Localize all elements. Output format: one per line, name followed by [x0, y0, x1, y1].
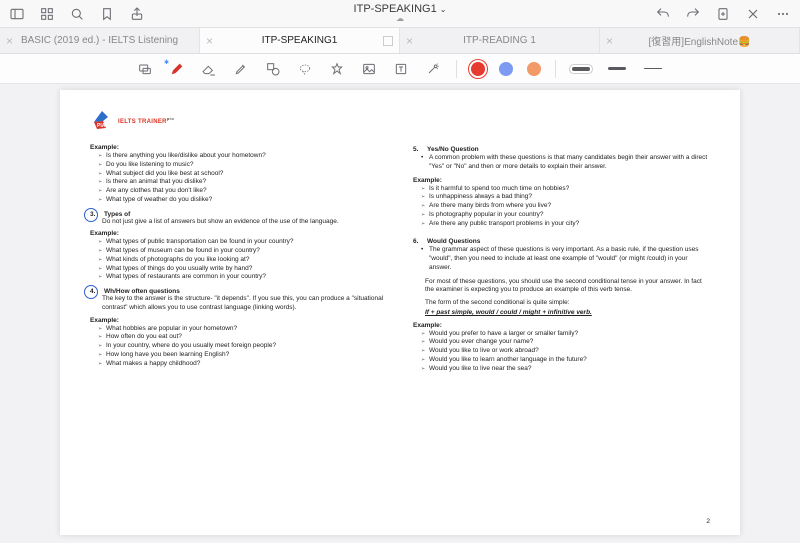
left-column: Example: Is there anything you like/disl…	[90, 140, 387, 379]
tab-close-icon[interactable]: ×	[206, 34, 213, 48]
example-heading: Example:	[90, 144, 387, 151]
sidebar-toggle-icon[interactable]	[8, 5, 26, 23]
color-red[interactable]	[471, 62, 485, 76]
grid-icon[interactable]	[38, 5, 56, 23]
tab-3[interactable]: ×[復習用]EnglishNote🍔	[600, 28, 800, 53]
tab-close-icon[interactable]: ×	[406, 34, 413, 48]
color-blue[interactable]	[499, 62, 513, 76]
highlighter-tool-icon[interactable]	[232, 60, 250, 78]
lasso-tool-icon[interactable]	[296, 60, 314, 78]
stroke-thin[interactable]	[642, 68, 664, 69]
tab-close-icon[interactable]: ×	[6, 34, 13, 48]
stroke-medium[interactable]	[606, 67, 628, 70]
annotation-circle	[84, 208, 98, 222]
tab-thumb-icon	[383, 36, 393, 46]
search-icon[interactable]	[68, 5, 86, 23]
add-page-icon[interactable]	[714, 5, 732, 23]
right-column: 5.Yes/No Question A common problem with …	[413, 140, 710, 379]
tab-strip: ×BASIC (2019 ed.) - IELTS Listening ×ITP…	[0, 28, 800, 54]
stroke-thick[interactable]	[570, 67, 592, 71]
redo-icon[interactable]	[684, 5, 702, 23]
text-tool-icon[interactable]	[392, 60, 410, 78]
svg-text:PIA: PIA	[97, 123, 106, 129]
favorites-tool-icon[interactable]	[328, 60, 346, 78]
laser-tool-icon[interactable]	[424, 60, 442, 78]
color-orange[interactable]	[527, 62, 541, 76]
tab-1[interactable]: ×ITP-SPEAKING1	[200, 28, 400, 53]
document-title[interactable]: ITP-SPEAKING1 ⌄ ☁	[146, 3, 654, 24]
share-icon[interactable]	[128, 5, 146, 23]
more-icon[interactable]	[774, 5, 792, 23]
formula-text: If + past simple, would / could / might …	[413, 309, 710, 318]
tab-2[interactable]: ×ITP-READING 1	[400, 28, 600, 53]
tab-close-icon[interactable]: ×	[606, 34, 613, 48]
brand-logo: PIA IELTS TRAINERpro	[90, 108, 710, 132]
eraser-tool-icon[interactable]	[200, 60, 218, 78]
bookmark-icon[interactable]	[98, 5, 116, 23]
document-page: PIA IELTS TRAINERpro Example: Is there a…	[60, 90, 740, 535]
sync-icon: ☁	[396, 15, 404, 24]
zoom-tool-icon[interactable]	[136, 60, 154, 78]
shape-tool-icon[interactable]	[264, 60, 282, 78]
annotation-toolbar: ✱	[0, 54, 800, 84]
example-list: Is there anything you like/dislike about…	[90, 152, 387, 205]
tab-0[interactable]: ×BASIC (2019 ed.) - IELTS Listening	[0, 28, 200, 53]
image-tool-icon[interactable]	[360, 60, 378, 78]
page-number: 2	[706, 518, 710, 525]
close-icon[interactable]	[744, 5, 762, 23]
pen-tool-icon[interactable]: ✱	[168, 60, 186, 78]
undo-icon[interactable]	[654, 5, 672, 23]
